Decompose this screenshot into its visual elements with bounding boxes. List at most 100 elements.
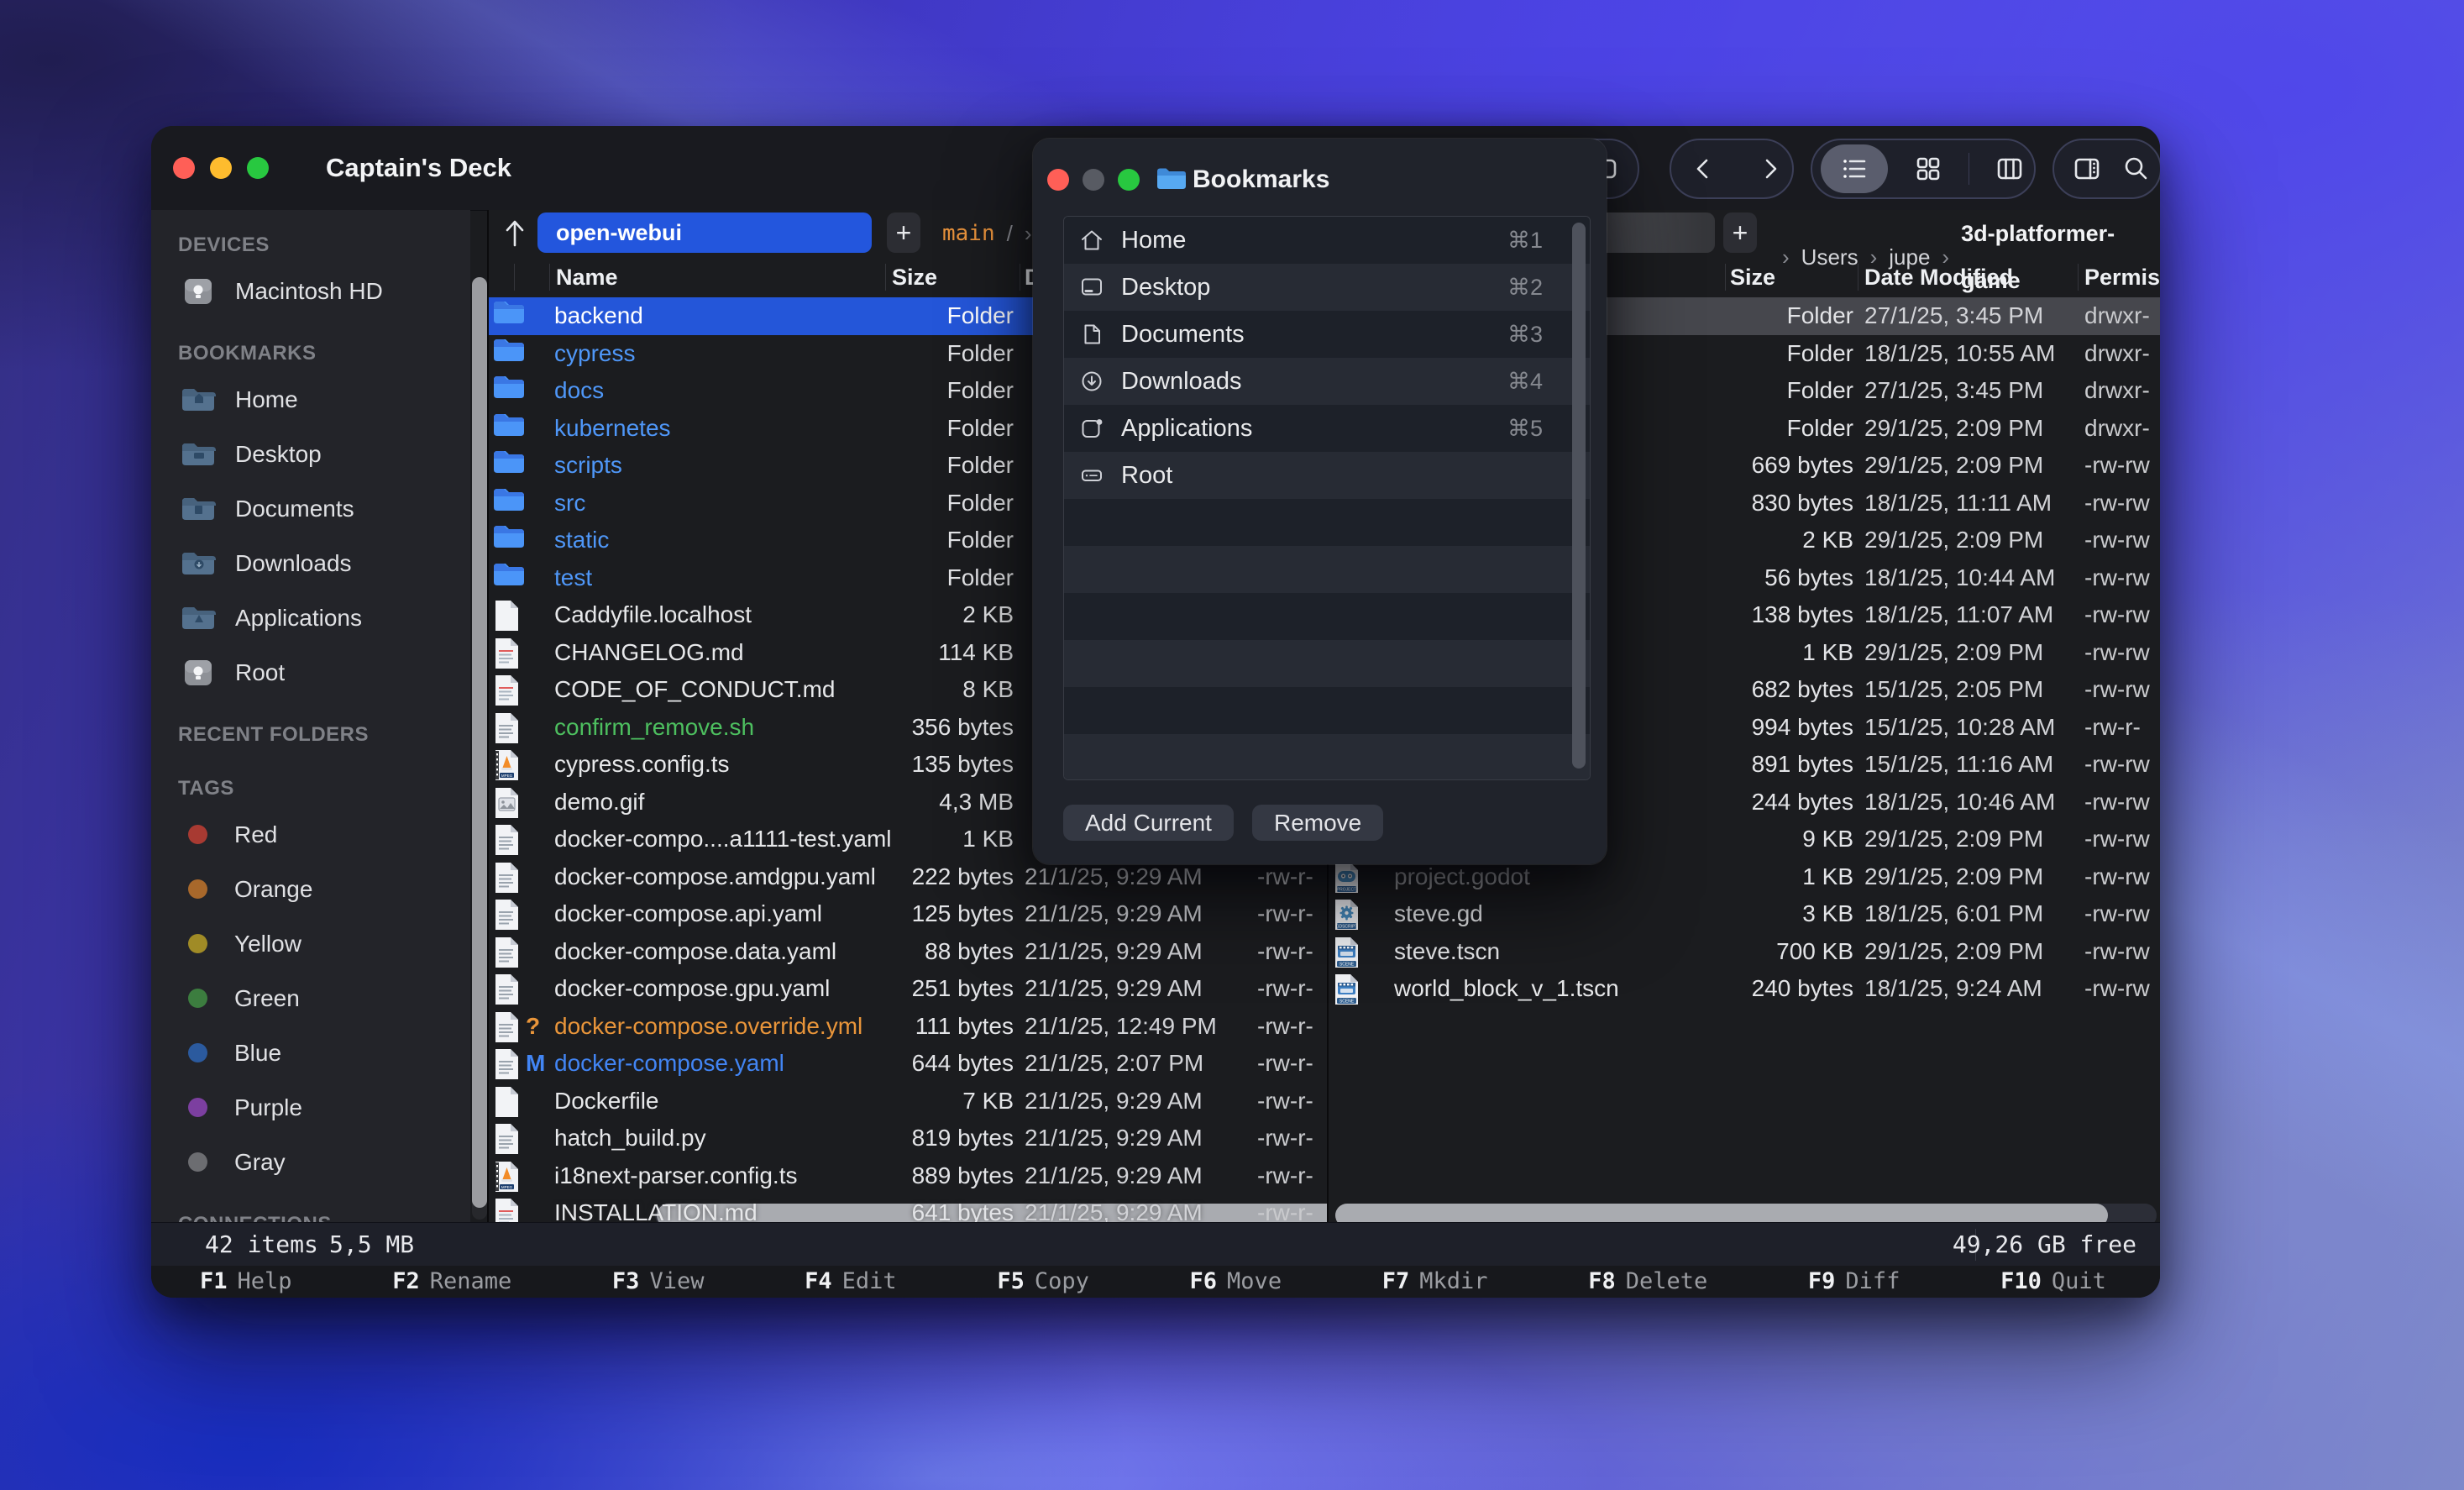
file-row-steve.gd[interactable]: GDSCRIPTsteve.gd3 KB18/1/25, 6:01 PM-rw-… bbox=[1329, 895, 2160, 933]
fn-key-f9[interactable]: F9Diff bbox=[1808, 1266, 1900, 1298]
fn-key-f6[interactable]: F6Move bbox=[1190, 1266, 1282, 1298]
file-row-hatch_build.py[interactable]: hatch_build.py819 bytes21/1/25, 9:29 AM-… bbox=[489, 1120, 1329, 1157]
sidebar-section-bookmarks: BOOKMARKS bbox=[151, 335, 470, 372]
back-button[interactable] bbox=[1688, 153, 1720, 185]
left-breadcrumb[interactable]: main / › bbox=[942, 210, 1032, 257]
add-current-button[interactable]: Add Current bbox=[1063, 805, 1234, 841]
file-row-docker-compose.api.yaml[interactable]: docker-compose.api.yaml125 bytes21/1/25,… bbox=[489, 895, 1329, 933]
left-active-tab[interactable]: open-webui bbox=[537, 212, 872, 253]
sidebar-scrollbar-thumb[interactable] bbox=[472, 277, 487, 1208]
column-view-button[interactable] bbox=[1994, 153, 2026, 185]
file-date: 21/1/25, 9:29 AM bbox=[1025, 970, 1203, 1008]
page-md-icon bbox=[492, 1196, 521, 1222]
sidebar-item-home[interactable]: Home bbox=[151, 372, 470, 427]
sidebar-item-macintosh-hd[interactable]: Macintosh HD bbox=[151, 264, 470, 318]
file-row-docker-compose.data.yaml[interactable]: docker-compose.data.yaml88 bytes21/1/25,… bbox=[489, 933, 1329, 971]
file-row-docker-compose.yaml[interactable]: Mdocker-compose.yaml644 bytes21/1/25, 2:… bbox=[489, 1045, 1329, 1083]
sidebar-item-desktop[interactable]: Desktop bbox=[151, 427, 470, 481]
fn-key-f3[interactable]: F3View bbox=[612, 1266, 705, 1298]
free-space: 49,26 GB free bbox=[1953, 1223, 2136, 1267]
bookmark-shortcut: ⌘2 bbox=[1507, 275, 1543, 301]
bookmark-item-root[interactable]: Root bbox=[1064, 452, 1590, 499]
bookmark-shortcut: ⌘5 bbox=[1507, 416, 1543, 442]
dialog-zoom-button[interactable] bbox=[1118, 169, 1140, 191]
file-size: 669 bytes bbox=[1631, 447, 1853, 485]
sidebar-item-applications[interactable]: Applications bbox=[151, 590, 470, 645]
file-permissions: drwxr- bbox=[2084, 297, 2150, 335]
column-header-size[interactable]: Size bbox=[1730, 257, 1775, 297]
dialog-scrollbar-thumb[interactable] bbox=[1572, 223, 1586, 769]
file-name: test bbox=[554, 559, 592, 597]
bookmark-empty-row bbox=[1064, 734, 1590, 780]
remove-button[interactable]: Remove bbox=[1252, 805, 1383, 841]
file-row-INSTALLATION.md[interactable]: INSTALLATION.md641 bytes21/1/25, 9:29 AM… bbox=[489, 1194, 1329, 1222]
up-directory-icon[interactable] bbox=[502, 217, 527, 254]
column-header-permissions[interactable]: Permis bbox=[2084, 257, 2160, 297]
svg-text:SCENE: SCENE bbox=[1339, 962, 1355, 967]
bookmark-item-applications[interactable]: Applications⌘5 bbox=[1064, 405, 1590, 452]
file-date: 29/1/25, 2:09 PM bbox=[1864, 447, 2043, 485]
search-button[interactable] bbox=[2120, 153, 2152, 185]
folder-desktop-icon bbox=[180, 440, 217, 469]
column-header-date[interactable]: Date Modified bbox=[1864, 257, 2013, 297]
fn-key-f1[interactable]: F1Help bbox=[200, 1266, 292, 1298]
file-permissions: -rw-r- bbox=[1257, 1120, 1313, 1157]
file-date: 29/1/25, 2:09 PM bbox=[1864, 410, 2043, 448]
dialog-close-button[interactable] bbox=[1047, 169, 1069, 191]
bookmark-shortcut: ⌘3 bbox=[1507, 322, 1543, 348]
bookmark-item-home[interactable]: Home⌘1 bbox=[1064, 217, 1590, 264]
fn-key-f7[interactable]: F7Mkdir bbox=[1382, 1266, 1488, 1298]
view-mode-group bbox=[1811, 139, 2036, 199]
file-row-Dockerfile[interactable]: Dockerfile7 KB21/1/25, 9:29 AM-rw-r- bbox=[489, 1083, 1329, 1120]
close-button[interactable] bbox=[173, 157, 195, 179]
list-view-button[interactable] bbox=[1821, 144, 1888, 193]
grid-view-button[interactable] bbox=[1912, 153, 1944, 185]
file-permissions: -rw-rw bbox=[2084, 485, 2150, 522]
forward-button[interactable] bbox=[1754, 153, 1785, 185]
file-row-world_block_v_1.tscn[interactable]: SCENEworld_block_v_1.tscn240 bytes18/1/2… bbox=[1329, 970, 2160, 1008]
folder-applications-icon bbox=[180, 604, 217, 632]
function-key-bar: F1Help F2Rename F3View F4Edit F5Copy F6Move F7… bbox=[151, 1266, 2160, 1298]
file-row-steve.tscn[interactable]: SCENEsteve.tscn700 KB29/1/25, 2:09 PM-rw… bbox=[1329, 933, 2160, 971]
fn-key-f5[interactable]: F5Copy bbox=[997, 1266, 1089, 1298]
fn-key-f10[interactable]: F10Quit bbox=[2000, 1266, 2106, 1298]
sidebar-item-orange[interactable]: Orange bbox=[151, 862, 470, 916]
minimize-button[interactable] bbox=[210, 157, 232, 179]
tag-color-dot bbox=[188, 934, 207, 953]
file-size: 2 KB bbox=[791, 596, 1014, 634]
file-size: Folder bbox=[791, 559, 1014, 597]
fn-key-f8[interactable]: F8Delete bbox=[1588, 1266, 1707, 1298]
sidebar-item-blue[interactable]: Blue bbox=[151, 1026, 470, 1080]
sidebar-item-gray[interactable]: Gray bbox=[151, 1135, 470, 1189]
sidebar-section-devices: DEVICES bbox=[151, 227, 470, 264]
fn-key-f2[interactable]: F2Rename bbox=[392, 1266, 511, 1298]
file-date: 18/1/25, 6:01 PM bbox=[1864, 895, 2043, 933]
list-view-icon bbox=[1838, 153, 1870, 185]
sidebar-item-yellow[interactable]: Yellow bbox=[151, 916, 470, 971]
bookmark-item-desktop[interactable]: Desktop⌘2 bbox=[1064, 264, 1590, 311]
file-permissions: -rw-rw bbox=[2084, 821, 2150, 858]
sidebar-item-green[interactable]: Green bbox=[151, 971, 470, 1026]
sidebar-item-red[interactable]: Red bbox=[151, 807, 470, 862]
sidebar-item-root[interactable]: Root bbox=[151, 645, 470, 700]
file-name: cypress.config.ts bbox=[554, 746, 730, 784]
sidebar-item-purple[interactable]: Purple bbox=[151, 1080, 470, 1135]
file-row-i18next-parser.config.ts[interactable]: MPEGi18next-parser.config.ts889 bytes21/… bbox=[489, 1157, 1329, 1195]
column-header-size[interactable]: Size bbox=[892, 257, 937, 297]
right-new-tab-button[interactable]: + bbox=[1723, 212, 1757, 253]
zoom-button[interactable] bbox=[247, 157, 269, 179]
file-size: Folder bbox=[1631, 297, 1853, 335]
bookmark-item-downloads[interactable]: Downloads⌘4 bbox=[1064, 358, 1590, 405]
sidebar-toggle-button[interactable] bbox=[2071, 153, 2103, 185]
file-row-docker-compose.override.yml[interactable]: ?docker-compose.override.yml111 bytes21/… bbox=[489, 1008, 1329, 1046]
file-size: 114 KB bbox=[791, 634, 1014, 672]
sidebar-item-documents[interactable]: Documents bbox=[151, 481, 470, 536]
sidebar-item-downloads[interactable]: Downloads bbox=[151, 536, 470, 590]
file-row-docker-compose.gpu.yaml[interactable]: docker-compose.gpu.yaml251 bytes21/1/25,… bbox=[489, 970, 1329, 1008]
file-size: 4,3 MB bbox=[791, 784, 1014, 821]
left-new-tab-button[interactable]: + bbox=[887, 212, 920, 253]
column-header-name[interactable]: Name bbox=[556, 257, 618, 297]
bookmark-item-documents[interactable]: Documents ⌘3 bbox=[1064, 311, 1590, 358]
bookmark-label: Documents bbox=[1121, 321, 1245, 349]
fn-key-f4[interactable]: F4Edit bbox=[805, 1266, 897, 1298]
